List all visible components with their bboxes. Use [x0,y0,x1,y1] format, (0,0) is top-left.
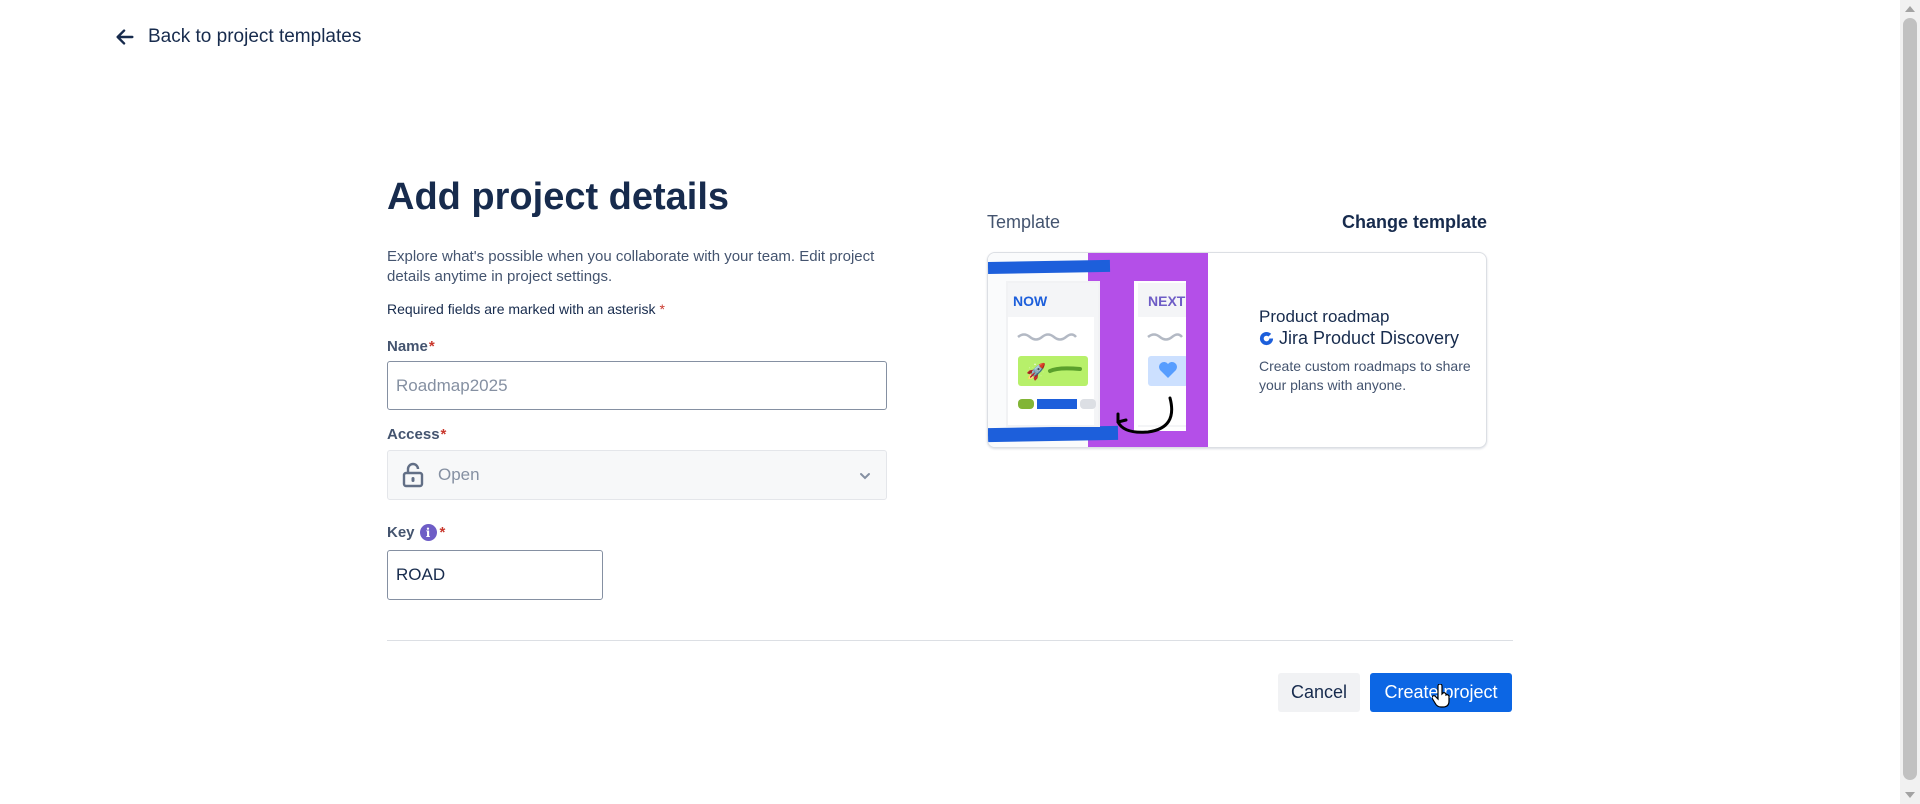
back-link-label: Back to project templates [148,26,362,47]
cancel-button[interactable]: Cancel [1278,673,1360,712]
page-title: Add project details [387,176,730,218]
template-card-text: Product roadmap Jira Product Discovery C… [1259,307,1479,395]
create-project-button[interactable]: Create project [1370,673,1512,712]
template-header: Template Change template [987,212,1487,233]
product-roadmap-illustration: NOW 🚀 NEXT [988,253,1208,447]
template-label: Template [987,212,1061,232]
template-product-name: Jira Product Discovery [1279,328,1460,348]
template-product: Jira Product Discovery [1259,328,1479,349]
arrow-left-icon [116,29,134,45]
form-description: Explore what's possible when you collabo… [387,248,875,285]
key-input[interactable] [387,550,603,600]
change-template-button[interactable]: Change template [1342,212,1487,233]
chevron-down-icon [860,473,870,480]
required-note-text: Required fields are marked with an aster… [387,301,656,317]
template-card[interactable]: NOW 🚀 NEXT Product roadmap Jira Product … [987,252,1487,448]
vertical-scrollbar[interactable] [1900,0,1920,804]
required-asterisk: * [440,426,447,443]
access-field-label: Access * [387,426,446,443]
template-description: Create custom roadmaps to share your pla… [1259,358,1471,393]
now-column-label: NOW [1013,293,1048,309]
required-asterisk: * [439,524,446,541]
required-asterisk: * [428,338,435,355]
jira-product-discovery-icon [1259,331,1274,346]
name-field-label: Name * [387,338,435,355]
project-details-form: Add project details Explore what's possi… [387,172,887,600]
name-label-text: Name [387,338,428,355]
key-field-label: Key i * [387,524,445,541]
template-section: Template Change template NOW 🚀 NEXT Prod… [987,212,1487,448]
info-icon[interactable]: i [419,524,437,541]
footer-divider [387,640,1513,641]
required-fields-note: Required fields are marked with an aster… [387,301,887,317]
scroll-down-arrow-icon[interactable] [1905,792,1915,798]
access-label-text: Access [387,426,440,443]
access-select[interactable]: Open [387,450,887,500]
name-input[interactable] [387,361,887,410]
scrollbar-thumb[interactable] [1903,18,1917,780]
required-asterisk: * [659,301,665,317]
scroll-up-arrow-icon[interactable] [1905,6,1915,12]
access-selected-value: Open [438,465,480,484]
template-title: Product roadmap [1259,307,1390,326]
next-column-label: NEXT [1148,293,1186,309]
back-to-templates-link[interactable]: Back to project templates [114,26,361,48]
svg-text:🚀: 🚀 [1026,362,1046,381]
lock-icon [402,462,424,488]
key-label-text: Key [387,524,415,541]
